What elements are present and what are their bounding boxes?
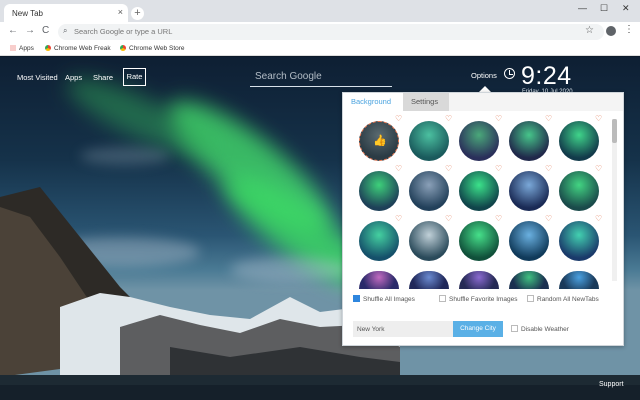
checkbox-shuffle-favorite[interactable]: Shuffle Favorite Images [439,295,518,303]
close-window-icon[interactable]: ✕ [622,3,630,14]
apps-grid-icon [10,45,16,51]
omnibox-placeholder: Search Google or type a URL [74,27,173,36]
background-thumbnail[interactable] [409,171,449,211]
favorite-heart-icon[interactable]: ♡ [545,165,553,173]
favorite-heart-icon[interactable]: ♡ [545,115,553,123]
checkbox-icon [353,295,360,302]
browser-tab[interactable]: New Tab × [4,4,128,22]
search-input[interactable] [250,67,392,87]
reload-icon[interactable]: C [42,25,49,36]
background-thumbnail[interactable] [409,121,449,161]
most-visited-link[interactable]: Most Visited [17,73,58,82]
background-thumbnail[interactable] [509,121,549,161]
favorite-heart-icon[interactable]: ♡ [495,115,503,123]
tab-close-icon[interactable]: × [118,7,123,17]
background-thumbnail[interactable] [359,271,399,289]
favorite-heart-icon[interactable]: ♡ [395,215,403,223]
background-thumbnail[interactable] [559,221,599,261]
city-input[interactable] [353,321,453,337]
tab-background[interactable]: Background [343,93,403,111]
change-city-button[interactable]: Change City [453,321,503,337]
favorite-heart-icon[interactable]: ♡ [395,115,403,123]
background-thumbnail[interactable] [559,171,599,211]
search-icon: ⌕ [63,26,68,35]
checkbox-disable-weather[interactable]: Disable Weather [511,325,569,333]
favorite-heart-icon[interactable]: ♡ [495,215,503,223]
favorite-heart-icon[interactable]: ♡ [595,215,603,223]
panel-tabs: Background Settings [343,93,623,111]
favorite-heart-icon[interactable]: ♡ [395,165,403,173]
options-link[interactable]: Options [471,71,497,80]
menu-icon[interactable]: ⋮ [624,24,634,35]
grid-scrollbar[interactable] [612,119,617,281]
rate-button[interactable]: Rate [123,68,146,86]
profile-avatar-icon[interactable] [606,26,616,36]
clock-time: 9:24 [521,62,572,90]
forward-icon[interactable]: → [25,25,35,36]
chrome-icon [120,45,126,51]
background-thumbnail[interactable] [459,221,499,261]
bookmarks-bar: Apps Chrome Web Freak Chrome Web Store [0,42,640,56]
background-thumbnail[interactable] [559,271,599,289]
chrome-icon [45,45,51,51]
favorite-heart-icon[interactable]: ♡ [445,215,453,223]
background-thumbnail[interactable] [509,271,549,289]
favorite-heart-icon[interactable]: ♡ [595,165,603,173]
background-thumbnail[interactable] [409,221,449,261]
background-thumbnail[interactable] [509,171,549,211]
scrollbar-thumb[interactable] [612,119,617,143]
background-thumbnail[interactable] [459,271,499,289]
checkbox-random-newtabs[interactable]: Random All NewTabs [527,295,599,303]
favorite-heart-icon[interactable]: ♡ [545,215,553,223]
clock-icon[interactable] [504,68,515,79]
background-thumbnail[interactable] [409,271,449,289]
share-link[interactable]: Share [93,73,113,82]
tab-strip: New Tab × + — ☐ ✕ [0,0,640,22]
background-thumbnail[interactable] [459,171,499,211]
favorite-heart-icon[interactable]: ♡ [495,165,503,173]
tab-settings[interactable]: Settings [403,93,449,111]
thumbs-up-icon: 👍 [373,135,387,147]
background-thumbnail[interactable] [509,221,549,261]
checkbox-shuffle-all[interactable]: Shuffle All Images [353,295,415,303]
bookmark-apps[interactable]: Apps [10,45,34,52]
bookmark-chrome-web-store[interactable]: Chrome Web Store [120,45,185,52]
bookmark-star-icon[interactable]: ☆ [585,25,594,36]
maximize-icon[interactable]: ☐ [600,3,608,14]
apps-link[interactable]: Apps [65,73,82,82]
background-thumbnail[interactable] [359,171,399,211]
favorite-heart-icon[interactable]: ♡ [445,165,453,173]
tab-title: New Tab [12,9,43,18]
options-panel: Background Settings 👍 ♡ ♡ ♡ ♡ ♡ ♡ ♡ ♡ ♡ ♡ ♡ ♡ ♡ ♡ ♡ Shu… [342,92,624,346]
checkbox-icon [439,295,446,302]
background-thumbnail[interactable] [359,221,399,261]
omnibox[interactable]: ⌕ Search Google or type a URL ☆ [58,24,604,40]
minimize-icon[interactable]: — [578,3,587,13]
support-link[interactable]: Support [599,381,624,388]
background-thumbnail[interactable] [459,121,499,161]
background-thumbnail[interactable]: 👍 [359,121,399,161]
favorite-heart-icon[interactable]: ♡ [595,115,603,123]
back-icon[interactable]: ← [8,25,18,36]
checkbox-icon [511,325,518,332]
background-thumbnail[interactable] [559,121,599,161]
bookmark-chrome-web-freak[interactable]: Chrome Web Freak [45,45,111,52]
favorite-heart-icon[interactable]: ♡ [445,115,453,123]
new-tab-button[interactable]: + [131,7,144,20]
checkbox-icon [527,295,534,302]
browser-toolbar: ← → C ⌕ Search Google or type a URL ☆ [0,22,640,42]
